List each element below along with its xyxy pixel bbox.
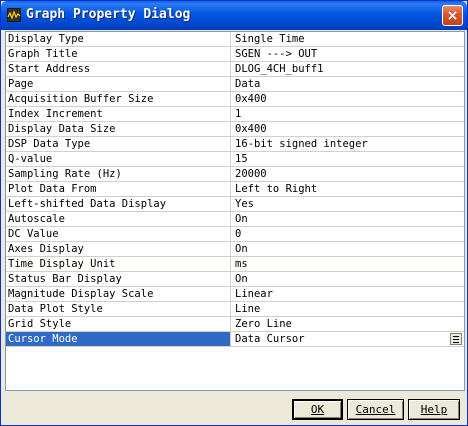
property-name: Time Display Unit [6,257,231,271]
property-name: Magnitude Display Scale [6,287,231,301]
property-row[interactable]: Index Increment 1 [6,107,464,122]
property-row[interactable]: Graph Title SGEN ---> OUT [6,47,464,62]
property-value[interactable]: Zero Line [232,317,464,331]
property-row[interactable]: Left-shifted Data Display Yes [6,197,464,212]
property-name: Axes Display [6,242,231,256]
dialog-title: Graph Property Dialog [26,7,191,22]
property-value[interactable]: 1 [232,107,464,121]
property-value-text: 20000 [235,168,267,180]
dropdown-list-icon[interactable] [450,333,462,345]
graph-property-dialog: Graph Property Dialog × Display Type Sing… [0,0,468,426]
property-row[interactable]: Page Data [6,77,464,92]
property-name: Page [6,77,231,91]
app-icon [7,8,21,22]
property-name: Graph Title [6,47,231,61]
property-value[interactable]: On [232,212,464,226]
property-row[interactable]: Axes Display On [6,242,464,257]
property-grid[interactable]: Display Type Single Time Graph Title SGEN -… [5,31,465,391]
property-value-text: Data [235,78,261,90]
property-value-text: On [235,213,248,225]
property-name: Acquisition Buffer Size [6,92,231,106]
property-value-text: Single Time [235,33,305,45]
property-value-text: SGEN ---> OUT [235,48,318,60]
property-row[interactable]: DSP Data Type 16-bit signed integer [6,137,464,152]
property-row[interactable]: Data Plot Style Line [6,302,464,317]
property-name: Index Increment [6,107,231,121]
property-value[interactable]: DLOG_4CH_buff1 [232,62,464,76]
property-row[interactable]: Time Display Unit ms [6,257,464,272]
property-value[interactable]: SGEN ---> OUT [232,47,464,61]
property-value[interactable]: 20000 [232,167,464,181]
property-name: Sampling Rate (Hz) [6,167,231,181]
property-row[interactable]: Acquisition Buffer Size 0x400 [6,92,464,107]
property-name: Q-value [6,152,231,166]
property-row[interactable]: Q-value 15 [6,152,464,167]
property-row[interactable]: Start Address DLOG_4CH_buff1 [6,62,464,77]
property-value-text: Left to Right [235,183,318,195]
property-name: Display Data Size [6,122,231,136]
property-value[interactable]: Linear [232,287,464,301]
property-value[interactable]: On [232,272,464,286]
property-name: DC Value [6,227,231,241]
property-value-text: DLOG_4CH_buff1 [235,63,324,75]
property-row[interactable]: Plot Data From Left to Right [6,182,464,197]
property-value-text: 1 [235,108,242,120]
property-row[interactable]: Magnitude Display Scale Linear [6,287,464,302]
property-name: Plot Data From [6,182,231,196]
property-name: Data Plot Style [6,302,231,316]
property-value-text: On [235,243,248,255]
property-row[interactable]: Sampling Rate (Hz) 20000 [6,167,464,182]
property-value-text: ms [235,258,248,270]
property-row[interactable]: Status Bar Display On [6,272,464,287]
property-row[interactable]: Display Type Single Time [6,32,464,47]
property-name: Left-shifted Data Display [6,197,231,211]
property-value[interactable]: Line [232,302,464,316]
property-value-text: 16-bit signed integer [235,138,368,150]
property-name: Cursor Mode [6,332,231,346]
property-value-text: 0 [235,228,242,240]
ok-label: OK [310,403,325,416]
property-value-text: 0x400 [235,93,267,105]
property-value-text: Data Cursor [235,333,305,345]
ok-button[interactable]: OK [292,399,343,420]
property-name: DSP Data Type [6,137,231,151]
property-value[interactable]: Data Cursor [232,332,464,346]
help-label: Help [420,403,448,416]
property-name: Status Bar Display [6,272,231,286]
property-value[interactable]: On [232,242,464,256]
property-value[interactable]: Yes [232,197,464,211]
property-value-text: 15 [235,153,248,165]
property-value[interactable]: ms [232,257,464,271]
property-value-text: 0x400 [235,123,267,135]
property-value[interactable]: Single Time [232,32,464,46]
property-value[interactable]: 15 [232,152,464,166]
property-row[interactable]: Display Data Size 0x400 [6,122,464,137]
property-name: Autoscale [6,212,231,226]
property-value-text: On [235,273,248,285]
property-value[interactable]: Data [232,77,464,91]
property-value-text: Yes [235,198,254,210]
property-value[interactable]: 0x400 [232,122,464,136]
property-row[interactable]: DC Value 0 [6,227,464,242]
property-value-text: Line [235,303,261,315]
cancel-label: Cancel [355,403,396,416]
property-value[interactable]: 16-bit signed integer [232,137,464,151]
title-bar[interactable]: Graph Property Dialog × [1,1,467,30]
close-icon: × [446,7,459,24]
property-value-text: Linear [235,288,273,300]
property-row[interactable]: Cursor Mode Data Cursor [6,332,464,347]
property-name: Display Type [6,32,231,46]
close-button[interactable]: × [442,5,463,26]
property-name: Start Address [6,62,231,76]
property-value[interactable]: 0 [232,227,464,241]
property-value[interactable]: 0x400 [232,92,464,106]
property-value-text: Zero Line [235,318,292,330]
help-button[interactable]: Help [408,399,460,420]
property-row[interactable]: Grid Style Zero Line [6,317,464,332]
property-name: Grid Style [6,317,231,331]
property-value[interactable]: Left to Right [232,182,464,196]
cancel-button[interactable]: Cancel [347,399,404,420]
property-row[interactable]: Autoscale On [6,212,464,227]
